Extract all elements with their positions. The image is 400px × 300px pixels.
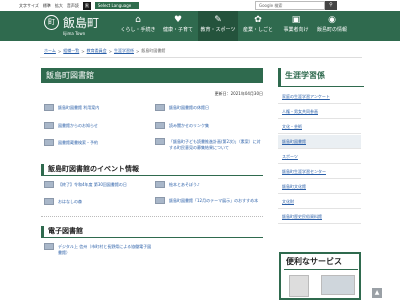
ebook-heading: 電子図書館 <box>41 226 263 238</box>
nav-label: 産業・しごと <box>242 27 273 33</box>
service-phone-icon[interactable] <box>289 275 309 297</box>
thumbnail-icon <box>155 104 165 111</box>
nav-living[interactable]: ⌂ くらし・手続き <box>118 11 158 41</box>
sidebar-item-folk-museum[interactable]: 飯島町歴史民俗資料館 <box>278 210 361 224</box>
search-icon: ⚲ <box>329 2 333 8</box>
town-emblem-icon: 町 <box>44 15 59 30</box>
pencil-icon: ✎ <box>214 15 222 25</box>
nav-education[interactable]: ✎ 教育・スポーツ <box>198 11 238 41</box>
site-header: 町 飯島町 Iijima Town ⌂ くらし・手続き ♥ 健康・子育て ✎ 教… <box>0 11 400 41</box>
thumbnail-icon <box>155 138 165 145</box>
nav-label: 教育・スポーツ <box>200 27 236 33</box>
service-computer-icon[interactable] <box>321 275 355 295</box>
chevron-up-icon: ▲ <box>374 289 380 296</box>
read-aloud-button[interactable]: 音声読 <box>67 3 79 9</box>
sidebar-title: 生涯学習係 <box>278 68 364 87</box>
logo-title: 飯島町 <box>63 16 100 30</box>
nav-town-info[interactable]: ◉ 飯島町の情報 <box>314 11 350 41</box>
search-input[interactable]: Google 検索 <box>255 1 325 10</box>
thumbnail-icon <box>44 243 54 250</box>
thumbnail-icon <box>155 122 165 129</box>
divider <box>41 216 263 217</box>
sidebar-item-learning-center[interactable]: 飯島町生涯学習センター <box>278 165 361 179</box>
building-icon: ▣ <box>291 15 301 25</box>
breadcrumb: ホーム > 組織一覧 > 教育委員会 > 生涯学習係 > 飯島町図書館 <box>44 48 166 54</box>
convenient-services-box: 便利なサービス <box>279 252 361 300</box>
nav-label: くらし・手続き <box>120 27 156 33</box>
select-language-button[interactable]: Select Language <box>94 2 140 9</box>
thumbnail-icon <box>44 139 54 146</box>
divider <box>40 57 362 58</box>
nav-label: 事業者向け <box>283 27 309 33</box>
events-heading: 飯島町図書館のイベント情報 <box>41 164 263 176</box>
text-size-large-button[interactable]: 拡大 <box>55 3 63 9</box>
nav-label: 飯島町の情報 <box>316 27 347 33</box>
sidebar-item-culture-hall[interactable]: 飯島町文化館 <box>278 180 361 194</box>
global-nav: ⌂ くらし・手続き ♥ 健康・子育て ✎ 教育・スポーツ ✿ 産業・しごと ▣ … <box>118 11 350 41</box>
house-icon: ⌂ <box>135 15 141 25</box>
breadcrumb-lifelong-learning[interactable]: 生涯学習係 <box>114 48 134 54</box>
page-title: 飯島町図書館 <box>41 68 263 83</box>
divider <box>284 269 358 270</box>
thumbnail-icon <box>44 181 54 188</box>
nav-health[interactable]: ♥ 健康・子育て <box>158 11 198 41</box>
heart-icon: ♥ <box>173 15 183 25</box>
thumbnail-icon <box>155 181 165 188</box>
breadcrumb-home[interactable]: ホーム <box>44 48 56 54</box>
black-background-button[interactable]: 黒 <box>82 1 91 10</box>
nav-label: 健康・子育て <box>162 27 193 33</box>
thumbnail-icon <box>155 197 165 204</box>
breadcrumb-current: 飯島町図書館 <box>141 48 166 53</box>
sidebar-item-cultural-properties[interactable]: 文化財 <box>278 195 361 209</box>
thumbnail-icon <box>44 104 54 111</box>
nav-industry[interactable]: ✿ 産業・しごと <box>238 11 278 41</box>
sidebar-item-survey[interactable]: 家庭の生涯学習アンケート <box>278 90 361 104</box>
breadcrumb-org-list[interactable]: 組織一覧 <box>63 48 79 54</box>
sidebar-item-human-rights[interactable]: 人権・男女共同参画 <box>278 105 361 119</box>
search-button[interactable]: ⚲ <box>325 1 337 10</box>
nav-business[interactable]: ▣ 事業者向け <box>278 11 314 41</box>
scroll-to-top-button[interactable]: ▲ <box>372 288 382 298</box>
utility-bar: 文字サイズ 標準 拡大 音声読 黒 Select Language <box>0 0 400 11</box>
thumbnail-icon <box>44 198 54 205</box>
sidebar-item-library[interactable]: 飯島町図書館 <box>278 135 361 149</box>
info-icon: ◉ <box>328 15 336 25</box>
sidebar-item-sports[interactable]: スポーツ <box>278 150 361 164</box>
text-size-standard-button[interactable]: 標準 <box>43 3 51 9</box>
sidebar-item-culture-arts[interactable]: 文化・芸術 <box>278 120 361 134</box>
text-size-label: 文字サイズ <box>19 2 39 8</box>
flower-icon: ✿ <box>254 15 262 25</box>
breadcrumb-board-of-education[interactable]: 教育委員会 <box>87 48 107 54</box>
logo-subtitle: Iijima Town <box>63 31 86 36</box>
update-date: 更新日：2021年04月30日 <box>214 91 263 96</box>
service-title: 便利なサービス <box>286 257 342 266</box>
thumbnail-icon <box>44 122 54 129</box>
